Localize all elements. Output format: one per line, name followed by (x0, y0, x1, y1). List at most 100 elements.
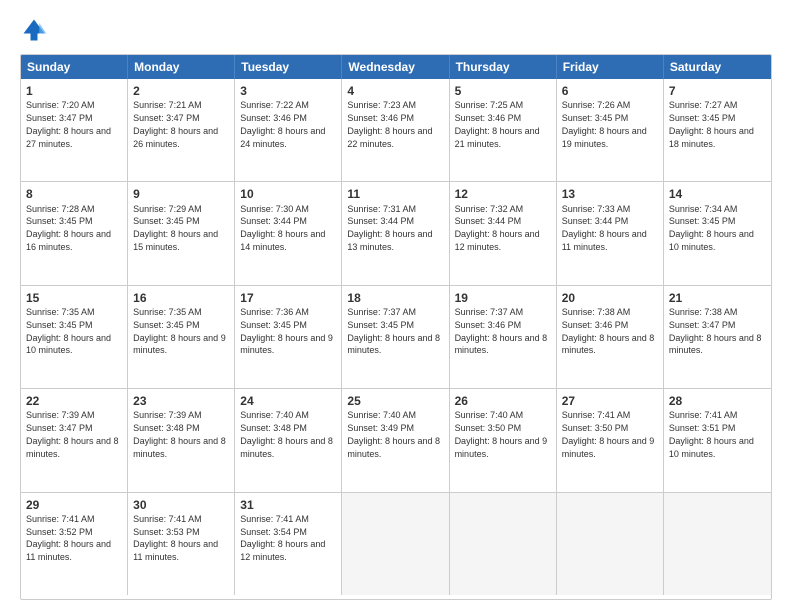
day-number: 11 (347, 186, 443, 202)
cell-info: Sunrise: 7:23 AMSunset: 3:46 PMDaylight:… (347, 100, 432, 148)
calendar-cell: 11 Sunrise: 7:31 AMSunset: 3:44 PMDaylig… (342, 182, 449, 284)
day-number: 8 (26, 186, 122, 202)
cell-info: Sunrise: 7:22 AMSunset: 3:46 PMDaylight:… (240, 100, 325, 148)
cell-info: Sunrise: 7:29 AMSunset: 3:45 PMDaylight:… (133, 204, 218, 252)
logo (20, 16, 52, 44)
calendar-cell (450, 493, 557, 595)
day-header-thursday: Thursday (450, 55, 557, 79)
day-number: 24 (240, 393, 336, 409)
day-number: 22 (26, 393, 122, 409)
day-number: 20 (562, 290, 658, 306)
day-number: 9 (133, 186, 229, 202)
day-number: 16 (133, 290, 229, 306)
cell-info: Sunrise: 7:41 AMSunset: 3:51 PMDaylight:… (669, 410, 754, 458)
day-header-wednesday: Wednesday (342, 55, 449, 79)
calendar-cell: 29 Sunrise: 7:41 AMSunset: 3:52 PMDaylig… (21, 493, 128, 595)
cell-info: Sunrise: 7:37 AMSunset: 3:46 PMDaylight:… (455, 307, 548, 355)
day-number: 21 (669, 290, 766, 306)
calendar-row: 15 Sunrise: 7:35 AMSunset: 3:45 PMDaylig… (21, 286, 771, 389)
calendar-cell: 18 Sunrise: 7:37 AMSunset: 3:45 PMDaylig… (342, 286, 449, 388)
cell-info: Sunrise: 7:34 AMSunset: 3:45 PMDaylight:… (669, 204, 754, 252)
cell-info: Sunrise: 7:39 AMSunset: 3:47 PMDaylight:… (26, 410, 119, 458)
calendar: SundayMondayTuesdayWednesdayThursdayFrid… (20, 54, 772, 600)
cell-info: Sunrise: 7:41 AMSunset: 3:54 PMDaylight:… (240, 514, 325, 562)
calendar-cell: 16 Sunrise: 7:35 AMSunset: 3:45 PMDaylig… (128, 286, 235, 388)
day-number: 28 (669, 393, 766, 409)
day-header-monday: Monday (128, 55, 235, 79)
cell-info: Sunrise: 7:26 AMSunset: 3:45 PMDaylight:… (562, 100, 647, 148)
calendar-cell: 30 Sunrise: 7:41 AMSunset: 3:53 PMDaylig… (128, 493, 235, 595)
calendar-cell: 12 Sunrise: 7:32 AMSunset: 3:44 PMDaylig… (450, 182, 557, 284)
calendar-cell: 23 Sunrise: 7:39 AMSunset: 3:48 PMDaylig… (128, 389, 235, 491)
day-header-tuesday: Tuesday (235, 55, 342, 79)
calendar-cell (664, 493, 771, 595)
calendar-cell: 21 Sunrise: 7:38 AMSunset: 3:47 PMDaylig… (664, 286, 771, 388)
cell-info: Sunrise: 7:36 AMSunset: 3:45 PMDaylight:… (240, 307, 333, 355)
calendar-cell: 19 Sunrise: 7:37 AMSunset: 3:46 PMDaylig… (450, 286, 557, 388)
day-number: 26 (455, 393, 551, 409)
calendar-cell: 4 Sunrise: 7:23 AMSunset: 3:46 PMDayligh… (342, 79, 449, 181)
day-number: 10 (240, 186, 336, 202)
cell-info: Sunrise: 7:40 AMSunset: 3:50 PMDaylight:… (455, 410, 548, 458)
day-number: 4 (347, 83, 443, 99)
day-number: 14 (669, 186, 766, 202)
cell-info: Sunrise: 7:41 AMSunset: 3:50 PMDaylight:… (562, 410, 655, 458)
calendar-cell: 27 Sunrise: 7:41 AMSunset: 3:50 PMDaylig… (557, 389, 664, 491)
day-number: 1 (26, 83, 122, 99)
cell-info: Sunrise: 7:40 AMSunset: 3:48 PMDaylight:… (240, 410, 333, 458)
day-number: 27 (562, 393, 658, 409)
calendar-cell (557, 493, 664, 595)
calendar-cell: 2 Sunrise: 7:21 AMSunset: 3:47 PMDayligh… (128, 79, 235, 181)
calendar-cell: 7 Sunrise: 7:27 AMSunset: 3:45 PMDayligh… (664, 79, 771, 181)
day-number: 29 (26, 497, 122, 513)
calendar-cell: 3 Sunrise: 7:22 AMSunset: 3:46 PMDayligh… (235, 79, 342, 181)
day-number: 25 (347, 393, 443, 409)
page: SundayMondayTuesdayWednesdayThursdayFrid… (0, 0, 792, 612)
calendar-cell: 5 Sunrise: 7:25 AMSunset: 3:46 PMDayligh… (450, 79, 557, 181)
cell-info: Sunrise: 7:40 AMSunset: 3:49 PMDaylight:… (347, 410, 440, 458)
header (20, 16, 772, 44)
calendar-cell: 14 Sunrise: 7:34 AMSunset: 3:45 PMDaylig… (664, 182, 771, 284)
cell-info: Sunrise: 7:33 AMSunset: 3:44 PMDaylight:… (562, 204, 647, 252)
calendar-cell: 8 Sunrise: 7:28 AMSunset: 3:45 PMDayligh… (21, 182, 128, 284)
cell-info: Sunrise: 7:35 AMSunset: 3:45 PMDaylight:… (26, 307, 111, 355)
calendar-header: SundayMondayTuesdayWednesdayThursdayFrid… (21, 55, 771, 79)
calendar-cell: 15 Sunrise: 7:35 AMSunset: 3:45 PMDaylig… (21, 286, 128, 388)
calendar-body: 1 Sunrise: 7:20 AMSunset: 3:47 PMDayligh… (21, 79, 771, 595)
day-number: 19 (455, 290, 551, 306)
cell-info: Sunrise: 7:35 AMSunset: 3:45 PMDaylight:… (133, 307, 226, 355)
day-number: 23 (133, 393, 229, 409)
day-number: 6 (562, 83, 658, 99)
calendar-cell: 10 Sunrise: 7:30 AMSunset: 3:44 PMDaylig… (235, 182, 342, 284)
calendar-cell: 24 Sunrise: 7:40 AMSunset: 3:48 PMDaylig… (235, 389, 342, 491)
logo-icon (20, 16, 48, 44)
calendar-cell (342, 493, 449, 595)
day-number: 18 (347, 290, 443, 306)
day-number: 2 (133, 83, 229, 99)
day-number: 17 (240, 290, 336, 306)
cell-info: Sunrise: 7:30 AMSunset: 3:44 PMDaylight:… (240, 204, 325, 252)
cell-info: Sunrise: 7:21 AMSunset: 3:47 PMDaylight:… (133, 100, 218, 148)
cell-info: Sunrise: 7:38 AMSunset: 3:47 PMDaylight:… (669, 307, 762, 355)
calendar-cell: 13 Sunrise: 7:33 AMSunset: 3:44 PMDaylig… (557, 182, 664, 284)
day-number: 13 (562, 186, 658, 202)
calendar-row: 22 Sunrise: 7:39 AMSunset: 3:47 PMDaylig… (21, 389, 771, 492)
cell-info: Sunrise: 7:41 AMSunset: 3:53 PMDaylight:… (133, 514, 218, 562)
day-number: 15 (26, 290, 122, 306)
cell-info: Sunrise: 7:39 AMSunset: 3:48 PMDaylight:… (133, 410, 226, 458)
calendar-cell: 20 Sunrise: 7:38 AMSunset: 3:46 PMDaylig… (557, 286, 664, 388)
calendar-row: 29 Sunrise: 7:41 AMSunset: 3:52 PMDaylig… (21, 493, 771, 595)
calendar-cell: 25 Sunrise: 7:40 AMSunset: 3:49 PMDaylig… (342, 389, 449, 491)
day-number: 30 (133, 497, 229, 513)
calendar-cell: 6 Sunrise: 7:26 AMSunset: 3:45 PMDayligh… (557, 79, 664, 181)
calendar-cell: 1 Sunrise: 7:20 AMSunset: 3:47 PMDayligh… (21, 79, 128, 181)
day-number: 12 (455, 186, 551, 202)
calendar-row: 1 Sunrise: 7:20 AMSunset: 3:47 PMDayligh… (21, 79, 771, 182)
calendar-cell: 9 Sunrise: 7:29 AMSunset: 3:45 PMDayligh… (128, 182, 235, 284)
calendar-row: 8 Sunrise: 7:28 AMSunset: 3:45 PMDayligh… (21, 182, 771, 285)
day-number: 5 (455, 83, 551, 99)
cell-info: Sunrise: 7:25 AMSunset: 3:46 PMDaylight:… (455, 100, 540, 148)
calendar-cell: 22 Sunrise: 7:39 AMSunset: 3:47 PMDaylig… (21, 389, 128, 491)
day-number: 3 (240, 83, 336, 99)
cell-info: Sunrise: 7:28 AMSunset: 3:45 PMDaylight:… (26, 204, 111, 252)
